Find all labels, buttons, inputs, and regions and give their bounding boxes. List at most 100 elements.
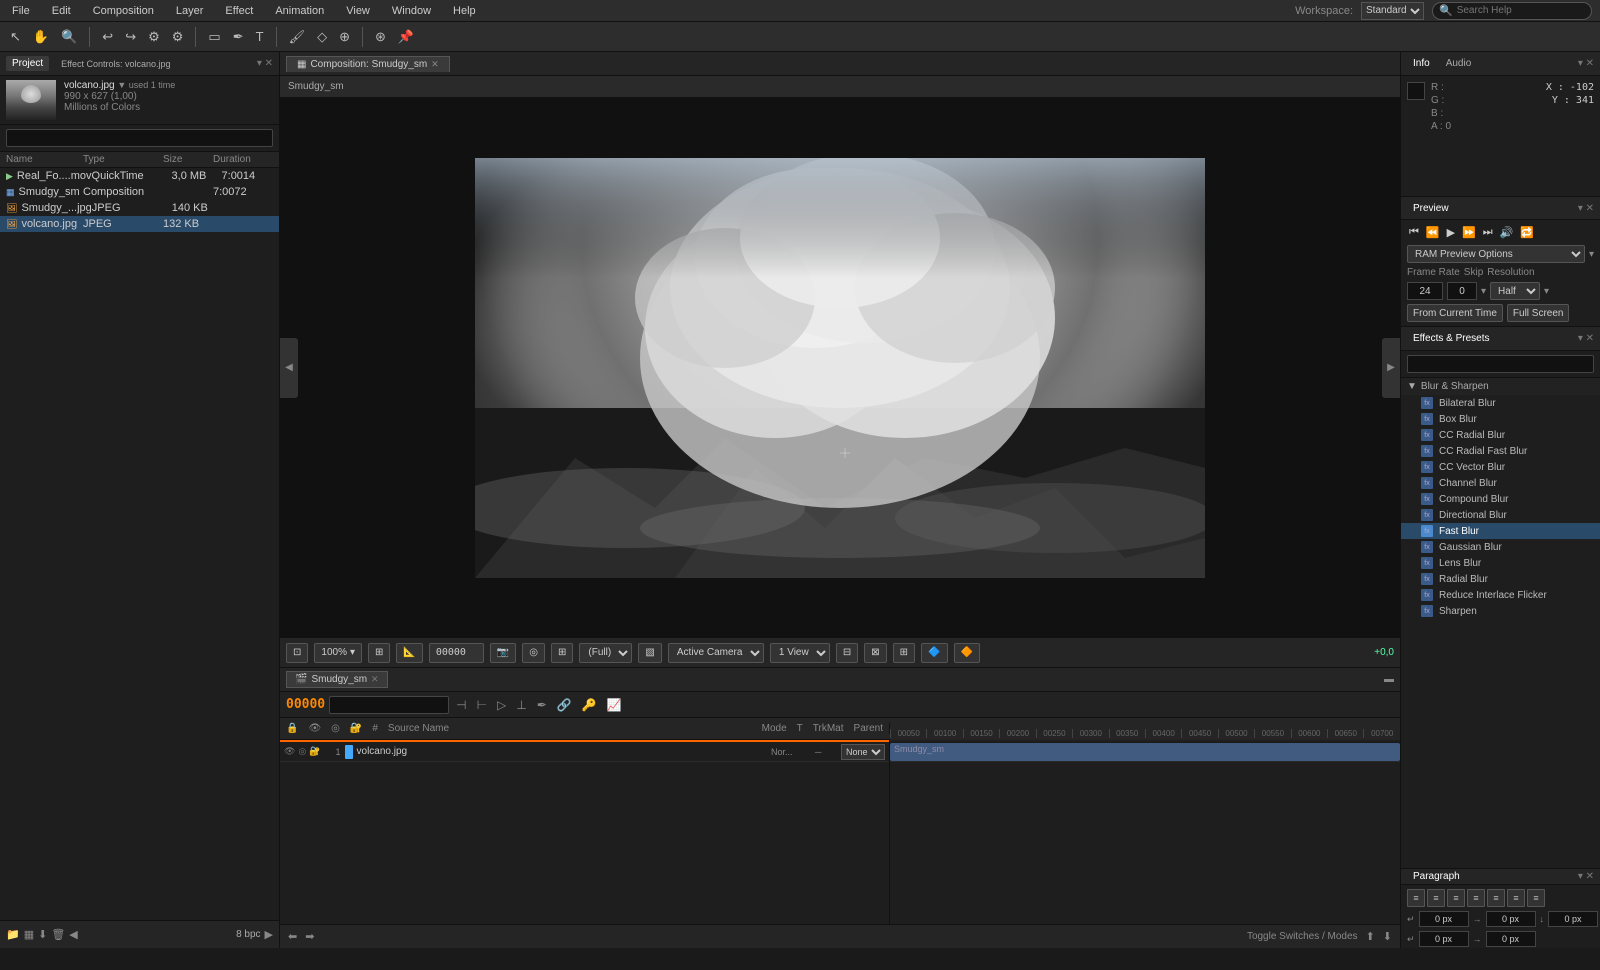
- new-folder-btn[interactable]: 📁: [6, 928, 20, 941]
- tool-redo[interactable]: ↪: [121, 27, 140, 47]
- comp-scroll-left[interactable]: ◀: [280, 338, 298, 398]
- tool-rubber[interactable]: ◇: [313, 27, 331, 47]
- tl-tick-00200[interactable]: 00200: [999, 729, 1035, 738]
- menu-help[interactable]: Help: [449, 3, 480, 19]
- transport-loop[interactable]: 🔁: [1518, 224, 1536, 241]
- tl-next-frame[interactable]: ➡: [305, 930, 314, 943]
- layout-btn2[interactable]: ⊠: [864, 643, 886, 663]
- tl-prev-frame[interactable]: ⬅: [288, 930, 297, 943]
- effect-compound-blur[interactable]: fx Compound Blur: [1401, 491, 1600, 507]
- tl-graph-btn[interactable]: 📈: [604, 696, 625, 714]
- layer-parent-dropdown[interactable]: None: [841, 744, 885, 760]
- tl-tick-00500[interactable]: 00500: [1218, 729, 1254, 738]
- frame-rate-input[interactable]: [1407, 282, 1443, 300]
- effect-radial-blur[interactable]: fx Radial Blur: [1401, 571, 1600, 587]
- effect-reduce-interlace[interactable]: fx Reduce Interlace Flicker: [1401, 587, 1600, 603]
- tab-project[interactable]: Project: [6, 56, 49, 71]
- effect-channel-blur[interactable]: fx Channel Blur: [1401, 475, 1600, 491]
- menu-window[interactable]: Window: [388, 3, 435, 19]
- tl-tick-00550[interactable]: 00550: [1254, 729, 1290, 738]
- zoom-display[interactable]: 100% ▾: [314, 643, 362, 663]
- tl-key-btn[interactable]: 🔑: [579, 696, 600, 714]
- comp-tab-close[interactable]: ✕: [431, 59, 439, 70]
- menu-composition[interactable]: Composition: [89, 3, 158, 19]
- tl-tick-00150[interactable]: 00150: [963, 729, 999, 738]
- grid-btn[interactable]: ⊞: [551, 643, 573, 663]
- timeline-tab[interactable]: 🎬 Smudgy_sm ✕: [286, 671, 388, 688]
- toggle-switches-label[interactable]: Toggle Switches / Modes: [1247, 931, 1358, 942]
- prev-item-btn[interactable]: ◀: [69, 928, 77, 941]
- tool-hand[interactable]: ✋: [29, 27, 53, 47]
- layout-btn3[interactable]: ⊞: [893, 643, 915, 663]
- comp-tab[interactable]: ▦ Composition: Smudgy_sm ✕: [286, 56, 450, 72]
- fit-btn[interactable]: ⊞: [368, 643, 390, 663]
- tl-tick-00300[interactable]: 00300: [1072, 729, 1108, 738]
- info-panel-close[interactable]: ▾ ✕: [1578, 58, 1594, 69]
- project-search-input[interactable]: [6, 129, 273, 147]
- tl-tick-00700[interactable]: 00700: [1363, 729, 1399, 738]
- transport-prev-frame[interactable]: ⏪: [1424, 224, 1442, 241]
- tool-zoom[interactable]: 🔍: [57, 27, 81, 47]
- para-justify-left[interactable]: ≡: [1467, 889, 1485, 907]
- file-item-jpg1[interactable]: 🖼 Smudgy_...jpg JPEG 140 KB: [0, 200, 279, 216]
- para-justify-right[interactable]: ≡: [1507, 889, 1525, 907]
- tl-bone-btn[interactable]: 🔗: [554, 696, 575, 714]
- tab-audio[interactable]: Audio: [1440, 56, 1478, 71]
- menu-effect[interactable]: Effect: [221, 3, 257, 19]
- timeline-close[interactable]: ✕: [371, 674, 379, 685]
- tl-clip-0[interactable]: Smudgy_sm: [890, 743, 1400, 761]
- para-indent-input3[interactable]: [1548, 911, 1598, 927]
- tab-paragraph[interactable]: Paragraph: [1407, 869, 1466, 884]
- tool-paint[interactable]: 🖌: [285, 27, 310, 47]
- para-justify-all[interactable]: ≡: [1527, 889, 1545, 907]
- tool-select[interactable]: ↖: [6, 27, 25, 47]
- para-indent-input1[interactable]: [1419, 911, 1469, 927]
- layer-trkmat-0[interactable]: ─: [815, 747, 833, 757]
- import-btn[interactable]: ⬇: [38, 928, 47, 941]
- tool-puppet[interactable]: ⊛: [371, 27, 390, 47]
- file-item-mov[interactable]: ▶ Real_Fo....mov QuickTime 3,0 MB 7:0014: [0, 168, 279, 184]
- effect-directional-blur[interactable]: fx Directional Blur: [1401, 507, 1600, 523]
- effects-category-blur[interactable]: ▼ Blur & Sharpen: [1401, 378, 1600, 395]
- color-swatch[interactable]: [1407, 82, 1425, 100]
- tl-stagger-btn[interactable]: ⊥: [513, 696, 529, 714]
- tl-track-0[interactable]: Smudgy_sm: [890, 742, 1400, 762]
- menu-edit[interactable]: Edit: [48, 3, 75, 19]
- file-item-jpg2[interactable]: 🖼 volcano.jpg JPEG 132 KB: [0, 216, 279, 232]
- from-current-btn[interactable]: From Current Time: [1407, 304, 1503, 322]
- tl-tick-00050[interactable]: 00050: [890, 729, 926, 738]
- comp-scroll-right[interactable]: ▶: [1382, 338, 1400, 398]
- workspace-dropdown[interactable]: Standard: [1361, 2, 1424, 20]
- tl-tick-00650[interactable]: 00650: [1327, 729, 1363, 738]
- para-align-center[interactable]: ≡: [1427, 889, 1445, 907]
- transport-last[interactable]: ⏭: [1481, 224, 1495, 241]
- para-spacing-input1[interactable]: [1419, 931, 1469, 947]
- layout-btn1[interactable]: ⊟: [836, 643, 858, 663]
- tl-tick-00600[interactable]: 00600: [1291, 729, 1327, 738]
- tool-clone[interactable]: ⊕: [335, 27, 354, 47]
- tl-tick-00350[interactable]: 00350: [1109, 729, 1145, 738]
- tl-layer-0[interactable]: 👁◎🔐 1 volcano.jpg Nor... ─ None: [280, 742, 889, 762]
- new-comp-btn[interactable]: ▦: [24, 928, 34, 941]
- layout-btn4[interactable]: 🔷: [921, 643, 947, 663]
- tl-tick-00100[interactable]: 00100: [926, 729, 962, 738]
- timeline-current-time[interactable]: 00000: [286, 697, 325, 712]
- file-item-comp[interactable]: ▦ Smudgy_sm Composition 7:0072: [0, 184, 279, 200]
- region-btn[interactable]: ▧: [638, 643, 661, 663]
- paragraph-panel-close[interactable]: ▾ ✕: [1578, 871, 1594, 882]
- menu-animation[interactable]: Animation: [271, 3, 328, 19]
- tool-text[interactable]: T: [252, 27, 268, 46]
- tl-expand-btn[interactable]: ⬆: [1366, 930, 1375, 943]
- comp-viewport[interactable]: ◀ ▶: [280, 98, 1400, 637]
- timeline-search-input[interactable]: [329, 696, 449, 714]
- para-spacing-input2[interactable]: [1486, 931, 1536, 947]
- effect-gaussian-blur[interactable]: fx Gaussian Blur: [1401, 539, 1600, 555]
- tab-info[interactable]: Info: [1407, 56, 1436, 71]
- tl-collapse-btn[interactable]: ⬇: [1383, 930, 1392, 943]
- effect-cc-radial-blur[interactable]: fx CC Radial Blur: [1401, 427, 1600, 443]
- quality-dropdown[interactable]: (Full): [579, 643, 632, 663]
- tl-minimize-btn[interactable]: ▬: [1384, 674, 1394, 685]
- effect-box-blur[interactable]: fx Box Blur: [1401, 411, 1600, 427]
- preview-panel-close[interactable]: ▾ ✕: [1578, 203, 1594, 214]
- layer-mode-0[interactable]: Nor...: [771, 747, 811, 757]
